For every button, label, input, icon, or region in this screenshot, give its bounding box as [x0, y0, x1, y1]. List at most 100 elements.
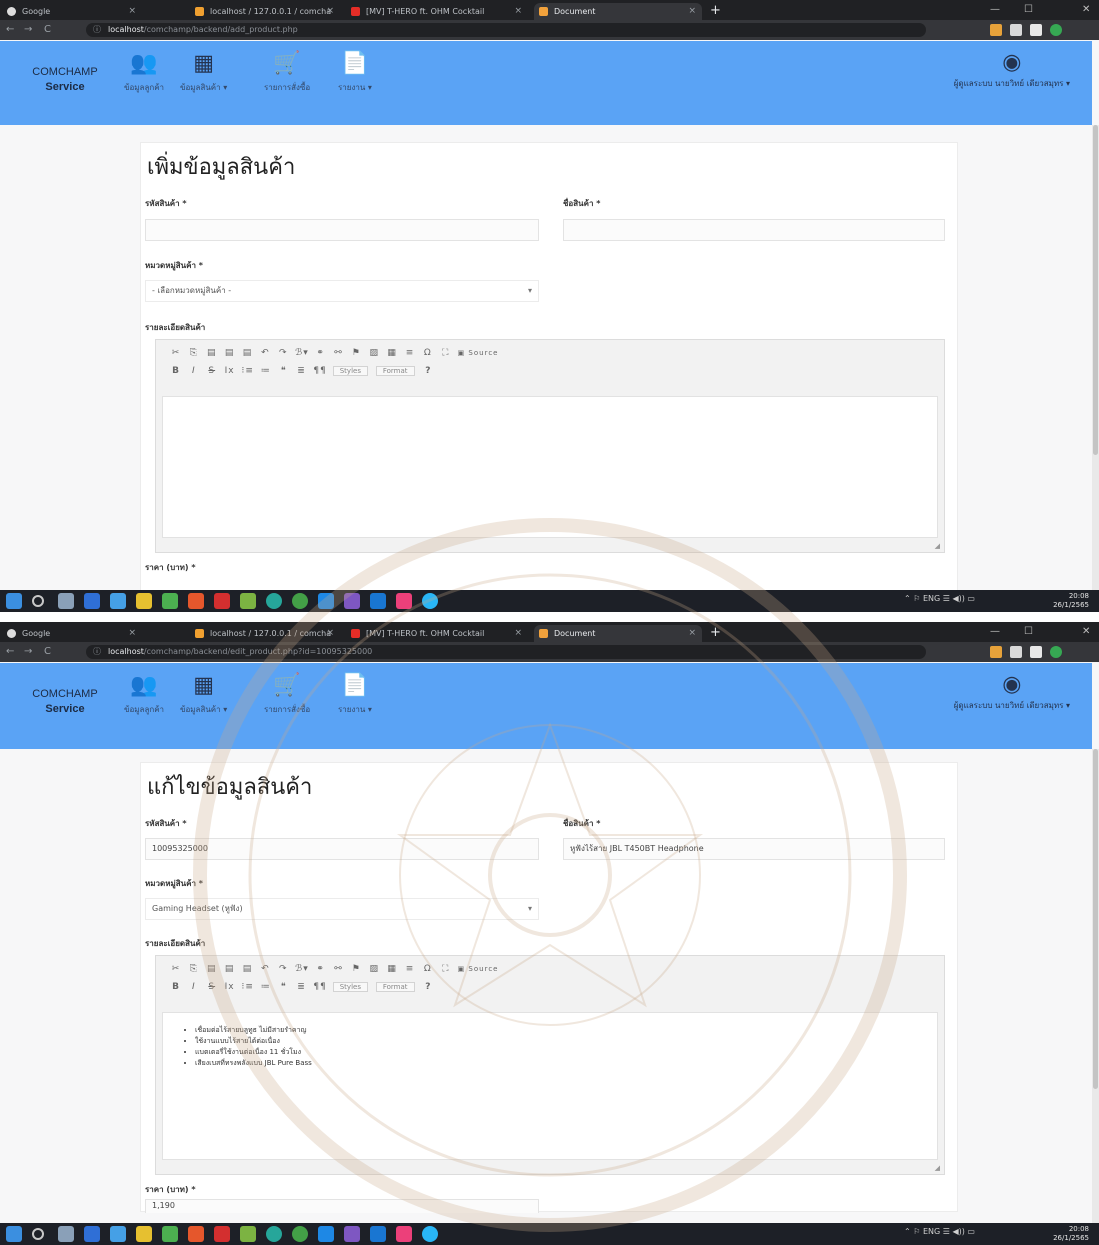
close-icon[interactable]: × — [688, 3, 696, 20]
scrollbar-thumb[interactable] — [1093, 749, 1098, 1089]
scrollbar-thumb[interactable] — [1093, 125, 1098, 455]
product-code-input[interactable]: 10095325000 — [145, 838, 539, 860]
extension-icon[interactable] — [990, 24, 1002, 36]
image-icon[interactable]: ▨ — [368, 348, 380, 358]
sidebar-icon[interactable] — [1030, 646, 1042, 658]
app-icon[interactable] — [162, 593, 178, 609]
nav-products[interactable]: ▦ ข้อมูลสินค้า ▾ — [180, 673, 227, 716]
undo-icon[interactable]: ↶ — [259, 964, 271, 974]
copy-icon[interactable]: ⎘ — [188, 964, 200, 974]
folder-icon[interactable] — [136, 593, 152, 609]
forward-button[interactable]: → — [24, 645, 32, 659]
close-icon[interactable]: × — [326, 3, 334, 20]
url-input[interactable]: ⓘ localhost/comchamp/backend/edit_produc… — [86, 645, 926, 659]
page-scrollbar[interactable] — [1092, 125, 1099, 590]
tab-phpmyadmin[interactable]: localhost / 127.0.0.1 / comcha × — [190, 3, 340, 20]
task-view-icon[interactable] — [58, 1226, 74, 1242]
puzzle-icon[interactable] — [1010, 24, 1022, 36]
profile-avatar[interactable] — [1050, 646, 1062, 658]
bulleted-list-icon[interactable]: ≔ — [260, 982, 272, 992]
app-icon[interactable] — [240, 593, 256, 609]
source-button[interactable]: ▣ Source — [458, 965, 499, 973]
back-button[interactable]: ← — [6, 23, 14, 37]
puzzle-icon[interactable] — [1010, 646, 1022, 658]
spotify-icon[interactable] — [292, 1226, 308, 1242]
close-icon[interactable]: × — [128, 625, 136, 642]
edge-icon[interactable] — [110, 1226, 126, 1242]
product-name-input[interactable] — [563, 219, 945, 241]
minimize-button[interactable]: — — [990, 624, 1000, 640]
page-scrollbar[interactable] — [1092, 749, 1099, 1223]
anchor-icon[interactable]: ⚑ — [350, 964, 362, 974]
maximize-button[interactable]: ☐ — [1024, 2, 1033, 18]
italic-icon[interactable]: I — [188, 982, 200, 992]
nav-orders[interactable]: 🛒 รายการสั่งซื้อ — [264, 673, 310, 716]
nav-products[interactable]: ▦ ข้อมูลสินค้า ▾ — [180, 51, 227, 94]
system-tray[interactable]: ⌃ ⚐ ENG ☰ ◀)) ▭ — [904, 1227, 975, 1236]
strike-icon[interactable]: S — [206, 982, 218, 992]
nav-reports[interactable]: 📄 รายงาน ▾ — [338, 51, 372, 94]
close-icon[interactable]: × — [514, 3, 522, 20]
paste-text-icon[interactable]: ▤ — [224, 964, 236, 974]
spellcheck-icon[interactable]: ℬ▾ — [295, 964, 309, 974]
back-button[interactable]: ← — [6, 645, 14, 659]
product-code-input[interactable] — [145, 219, 539, 241]
cut-icon[interactable]: ✂ — [170, 348, 182, 358]
styles-select[interactable]: Styles — [332, 982, 368, 992]
redo-icon[interactable]: ↷ — [277, 348, 289, 358]
app-icon[interactable] — [188, 1226, 204, 1242]
special-char-icon[interactable]: Ω — [422, 348, 434, 358]
numbered-list-icon[interactable]: ⁝≡ — [242, 982, 254, 992]
bold-icon[interactable]: B — [170, 982, 182, 992]
help-icon[interactable]: ? — [422, 982, 434, 992]
table-icon[interactable]: ▦ — [386, 964, 398, 974]
maximize-icon[interactable]: ⛶ — [440, 348, 452, 358]
app-icon[interactable] — [422, 1226, 438, 1242]
search-icon[interactable] — [32, 595, 44, 607]
chrome-icon[interactable] — [266, 1226, 282, 1242]
user-menu[interactable]: ◉ ผู้ดูแลระบบ นายวิทย์ เดียวสมุทร ▾ — [954, 49, 1070, 90]
close-icon[interactable]: × — [128, 3, 136, 20]
table-icon[interactable]: ▦ — [386, 348, 398, 358]
redo-icon[interactable]: ↷ — [277, 964, 289, 974]
app-icon[interactable] — [422, 593, 438, 609]
special-char-icon[interactable]: Ω — [422, 964, 434, 974]
close-icon[interactable]: × — [514, 625, 522, 642]
reload-button[interactable]: C — [44, 23, 51, 37]
start-icon[interactable] — [6, 593, 22, 609]
anchor-icon[interactable]: ⚑ — [350, 348, 362, 358]
resize-handle-icon[interactable]: ◢ — [935, 542, 940, 550]
profile-avatar[interactable] — [1050, 24, 1062, 36]
app-icon[interactable] — [344, 593, 360, 609]
strike-icon[interactable]: S — [206, 366, 218, 376]
user-menu[interactable]: ◉ ผู้ดูแลระบบ นายวิทย์ เดียวสมุทร ▾ — [954, 671, 1070, 712]
paste-text-icon[interactable]: ▤ — [224, 348, 236, 358]
minimize-button[interactable]: — — [990, 2, 1000, 18]
product-name-input[interactable]: หูฟังไร้สาย JBL T450BT Headphone — [563, 838, 945, 860]
undo-icon[interactable]: ↶ — [259, 348, 271, 358]
store-icon[interactable] — [84, 1226, 100, 1242]
app-icon[interactable] — [344, 1226, 360, 1242]
italic-icon[interactable]: I — [188, 366, 200, 376]
paragraph-icon[interactable]: ¶¶ — [313, 982, 326, 992]
store-icon[interactable] — [84, 593, 100, 609]
close-icon[interactable]: × — [326, 625, 334, 642]
unlink-icon[interactable]: ⚯ — [332, 964, 344, 974]
help-icon[interactable]: ? — [422, 366, 434, 376]
app-icon[interactable] — [396, 1226, 412, 1242]
tab-document[interactable]: Document × — [534, 3, 702, 20]
paste-word-icon[interactable]: ▤ — [242, 348, 254, 358]
app-icon[interactable] — [318, 1226, 334, 1242]
close-icon[interactable]: × — [688, 625, 696, 642]
info-icon[interactable]: ⓘ — [93, 23, 101, 37]
editor-content-area[interactable]: เชื่อมต่อไร้สายบลูทูธ ไม่มีสายรำคาญ ใช้ง… — [162, 1012, 938, 1160]
app-icon[interactable] — [188, 593, 204, 609]
extension-icon[interactable] — [990, 646, 1002, 658]
paste-icon[interactable]: ▤ — [206, 964, 218, 974]
task-view-icon[interactable] — [58, 593, 74, 609]
unlink-icon[interactable]: ⚯ — [332, 348, 344, 358]
app-icon[interactable] — [396, 593, 412, 609]
new-tab-button[interactable]: + — [710, 2, 721, 19]
horizontal-rule-icon[interactable]: ≡ — [404, 964, 416, 974]
remove-format-icon[interactable]: Ix — [224, 366, 236, 376]
